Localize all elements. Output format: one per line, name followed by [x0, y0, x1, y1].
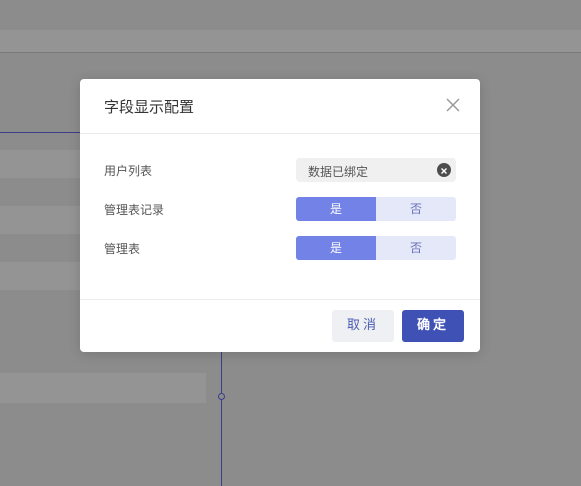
config-row-manage-table-records: 管理表记录 是 否 [80, 197, 480, 221]
toggle-yes-button[interactable]: 是 [296, 236, 376, 260]
row-label: 管理表记录 [104, 203, 165, 217]
dialog-title: 字段显示配置 [104, 98, 195, 116]
toggle-no-button[interactable]: 否 [376, 197, 456, 221]
background-row-placeholder [0, 150, 80, 178]
config-row-manage-table: 管理表 是 否 [80, 236, 480, 260]
background-toolbar [0, 30, 581, 53]
cancel-button[interactable]: 取消 [332, 310, 394, 342]
field-display-config-dialog: 字段显示配置 用户列表 数据已绑定 管理表记录 是 否 管理表 是 否 取消 确… [80, 79, 480, 352]
yes-no-toggle: 是 否 [296, 236, 456, 260]
dialog-header: 字段显示配置 [80, 79, 480, 134]
config-row-user-list: 用户列表 数据已绑定 [80, 158, 480, 182]
dialog-footer: 取消 确定 [80, 299, 480, 353]
row-label: 用户列表 [104, 164, 153, 178]
tag-text: 数据已绑定 [308, 165, 369, 179]
confirm-button[interactable]: 确定 [402, 310, 464, 342]
close-icon[interactable] [444, 96, 462, 114]
toggle-yes-button[interactable]: 是 [296, 197, 376, 221]
toggle-no-button[interactable]: 否 [376, 236, 456, 260]
yes-no-toggle: 是 否 [296, 197, 456, 221]
background-row-placeholder [0, 373, 206, 403]
clear-circle-icon[interactable] [437, 163, 451, 177]
background-connector-node [218, 393, 225, 400]
background-row-placeholder [0, 206, 80, 234]
row-label: 管理表 [104, 242, 141, 256]
background-row-placeholder [0, 262, 80, 290]
bound-data-tag[interactable]: 数据已绑定 [296, 158, 456, 182]
